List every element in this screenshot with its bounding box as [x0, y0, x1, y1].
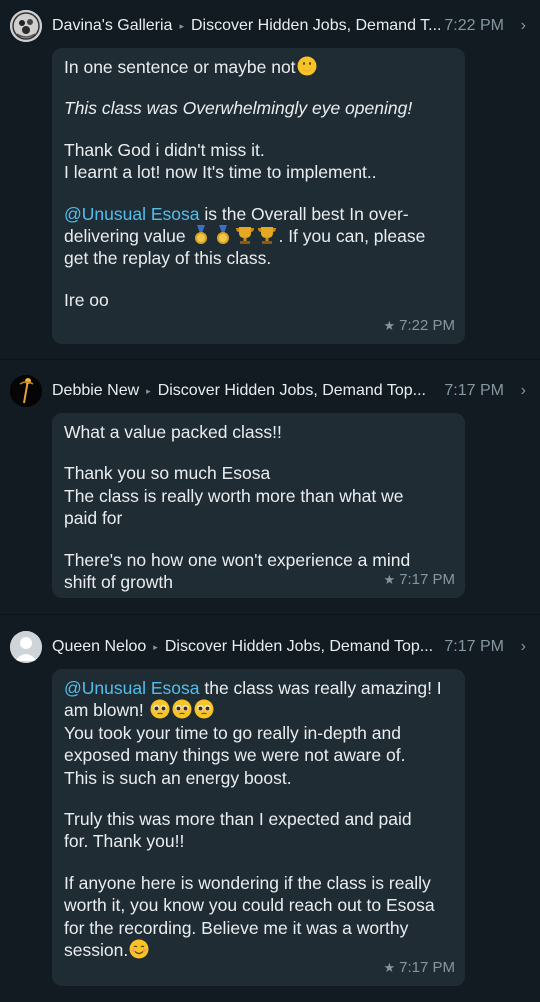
header-time: 7:17 PM [444, 382, 504, 399]
divider [0, 359, 540, 360]
message-line: What a value packed class!! [64, 422, 282, 442]
group-name[interactable]: Discover Hidden Jobs, Demand T... [191, 17, 441, 34]
message-line: delivering value . If you can, please [64, 225, 426, 247]
sender-avatar-image [10, 375, 42, 407]
message-line: for the recording. Believe me it was a w… [64, 917, 409, 938]
sender-avatar-image [10, 10, 42, 42]
mention-link[interactable]: @Unusual Esosa [64, 204, 199, 224]
star-icon: ★ [383, 959, 396, 975]
message-meta: ★ 7:17 PM [383, 569, 455, 591]
message-line: You took your time to go really in-depth… [64, 722, 401, 743]
message-line: Thank God i didn't miss it. [64, 139, 265, 160]
header-time: 7:17 PM [444, 638, 504, 655]
star-icon: ★ [383, 571, 396, 587]
sender-name[interactable]: Debbie New [52, 382, 139, 399]
star-icon: ★ [383, 317, 396, 333]
chevron-right-icon[interactable]: › [521, 625, 526, 669]
message-line: I learnt a lot! now It's time to impleme… [64, 162, 377, 183]
message-line: get the replay of this class. [64, 248, 272, 269]
sender-name[interactable]: Davina's Galleria [52, 17, 172, 34]
trophy-emoji [235, 225, 255, 245]
message-line: @Unusual Esosa is the Overall best In ov… [64, 203, 409, 224]
message-time: 7:17 PM [399, 958, 455, 976]
message-line: paid for [64, 508, 123, 529]
header-title: Debbie New ▸ Discover Hidden Jobs, Demand … [52, 369, 426, 413]
pleading-face-emoji [172, 699, 192, 719]
avatar[interactable] [10, 375, 42, 407]
message-header[interactable]: Davina's Galleria ▸ Discover Hidden Jobs, … [0, 4, 540, 48]
header-time: 7:22 PM [444, 17, 504, 34]
header-title: Davina's Galleria ▸ Discover Hidden Jobs, … [52, 4, 441, 48]
group-name[interactable]: Discover Hidden Jobs, Demand Top... [165, 638, 433, 655]
message-line: This is such an energy boost. [64, 767, 292, 788]
message-line: am blown! [64, 699, 453, 721]
message-meta: ★ 7:17 PM [383, 957, 455, 979]
message-time: 7:22 PM [399, 316, 455, 334]
message-header[interactable]: Debbie New ▸ Discover Hidden Jobs, Demand … [0, 369, 540, 413]
pleading-face-emoji [194, 699, 214, 719]
message-line: @Unusual Esosa the class was really amaz… [64, 678, 442, 698]
message-time: 7:17 PM [399, 570, 455, 588]
message-line: Truly this was more than I expected and … [64, 809, 412, 830]
divider [0, 614, 540, 615]
message-line: Ire oo [64, 289, 109, 310]
message-line: worth it, you know you could reach out t… [64, 895, 435, 916]
message-bubble[interactable]: @Unusual Esosa the class was really amaz… [52, 669, 465, 986]
message-meta: ★ 7:22 PM [383, 315, 455, 337]
message-bubble[interactable]: What a value packed class!! Thank you so… [52, 413, 465, 598]
medal-emoji [191, 225, 211, 245]
avatar[interactable] [10, 631, 42, 663]
pleading-face-emoji [150, 699, 170, 719]
separator-icon: ▸ [153, 642, 158, 652]
header-title: Queen Neloo ▸ Discover Hidden Jobs, Demand… [52, 625, 433, 669]
smiling-face-emoji [129, 939, 149, 959]
face-with-hand-over-mouth-emoji [297, 56, 317, 76]
mention-link[interactable]: @Unusual Esosa [64, 678, 199, 698]
message-line: If anyone here is wondering if the class… [64, 872, 431, 893]
trophy-emoji [257, 225, 277, 245]
message-line: In one sentence or maybe not [64, 56, 453, 78]
message-line: Thank you so much Esosa [64, 463, 271, 484]
message-line: for. Thank you!! [64, 831, 185, 852]
chevron-right-icon[interactable]: › [521, 369, 526, 413]
sender-name[interactable]: Queen Neloo [52, 638, 146, 655]
message-line: This class was Overwhelmingly eye openin… [64, 98, 413, 119]
separator-icon: ▸ [179, 21, 184, 31]
avatar[interactable] [10, 10, 42, 42]
message-line: The class is really worth more than what… [64, 485, 404, 506]
message-line: exposed many things we were not aware of… [64, 745, 406, 766]
default-avatar-icon [10, 631, 42, 663]
group-name[interactable]: Discover Hidden Jobs, Demand Top... [158, 382, 426, 399]
message-header[interactable]: Queen Neloo ▸ Discover Hidden Jobs, Demand… [0, 625, 540, 669]
medal-emoji [213, 225, 233, 245]
chevron-right-icon[interactable]: › [521, 4, 526, 48]
separator-icon: ▸ [146, 386, 151, 396]
message-bubble[interactable]: In one sentence or maybe not This class … [52, 48, 465, 344]
